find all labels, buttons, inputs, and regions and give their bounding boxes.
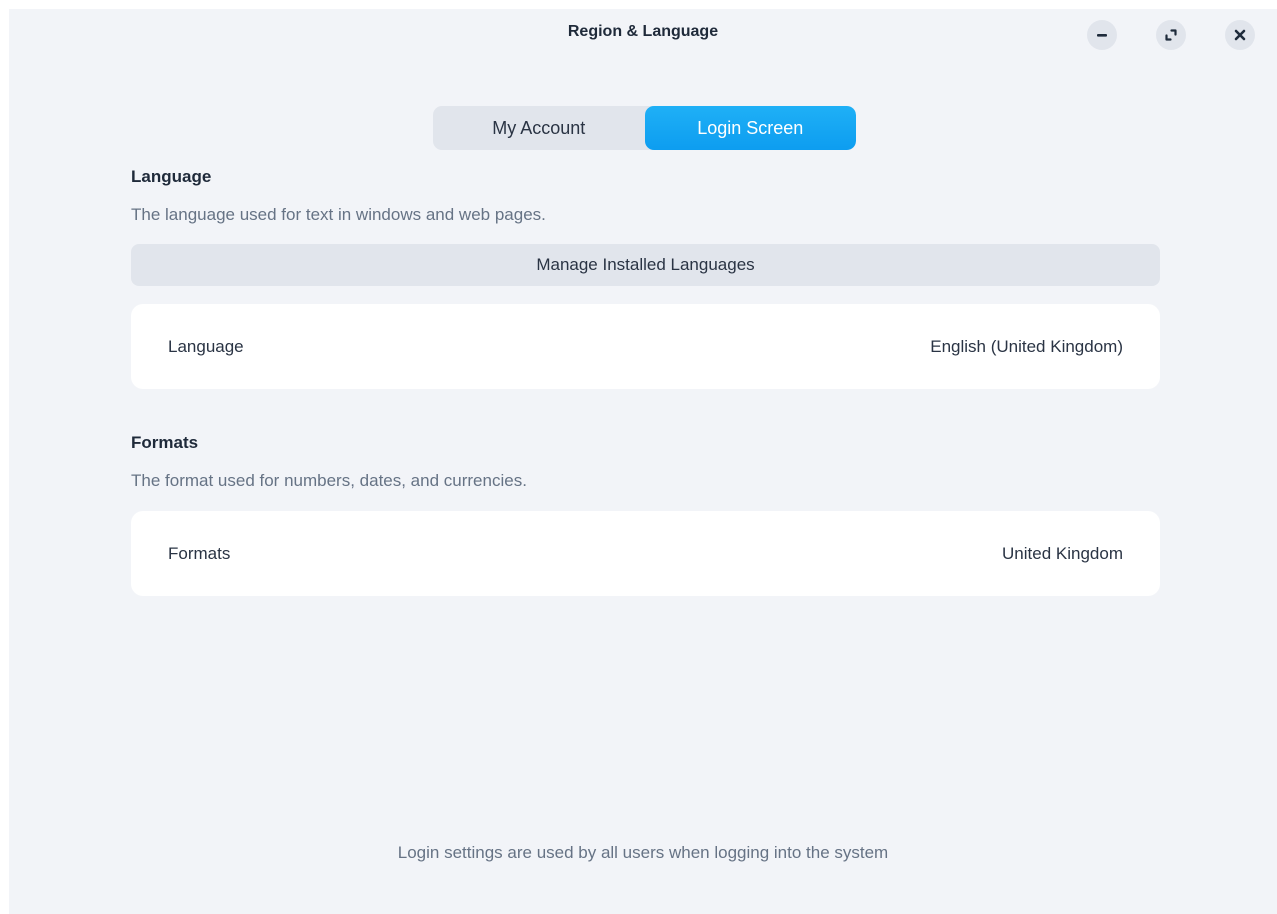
maximize-icon	[1164, 28, 1178, 42]
formats-description: The format used for numbers, dates, and …	[131, 471, 527, 490]
view-switcher: My Account Login Screen	[433, 106, 856, 150]
formats-row-label: Formats	[168, 543, 231, 563]
maximize-button[interactable]	[1156, 20, 1186, 50]
language-description: The language used for text in windows an…	[131, 205, 546, 224]
formats-row-value: United Kingdom	[1002, 543, 1123, 563]
formats-row[interactable]: Formats United Kingdom	[131, 511, 1160, 596]
manage-installed-languages-button[interactable]: Manage Installed Languages	[131, 244, 1160, 286]
language-row[interactable]: Language English (United Kingdom)	[131, 304, 1160, 389]
tab-my-account[interactable]: My Account	[433, 106, 645, 150]
language-row-value: English (United Kingdom)	[930, 336, 1123, 356]
close-button[interactable]	[1225, 20, 1255, 50]
close-icon	[1233, 28, 1247, 42]
tab-login-screen[interactable]: Login Screen	[644, 106, 856, 150]
settings-window: Region & Language My Account Login Scree…	[9, 9, 1277, 914]
title-bar: Region & Language	[9, 9, 1277, 59]
language-row-label: Language	[168, 336, 244, 356]
minimize-button[interactable]	[1087, 20, 1117, 50]
footer-note: Login settings are used by all users whe…	[397, 843, 889, 862]
formats-heading: Formats	[131, 433, 199, 452]
minimize-icon	[1095, 28, 1109, 42]
language-heading: Language	[131, 167, 212, 186]
